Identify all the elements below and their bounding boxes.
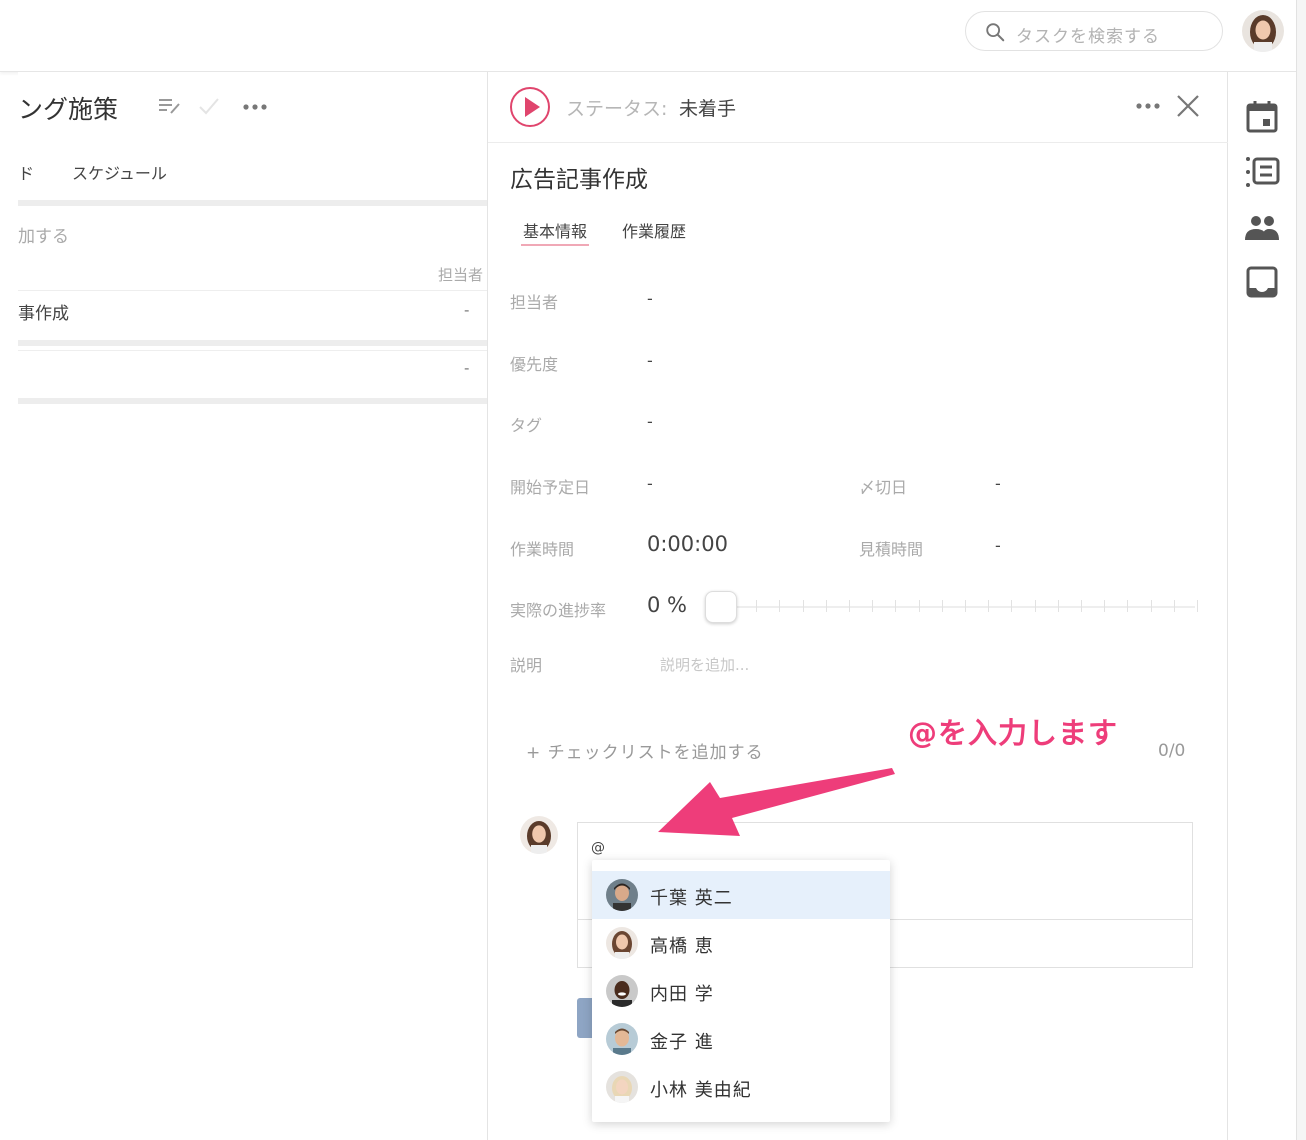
slider-tick [1173, 600, 1175, 612]
column-header-assignee: 担当者 [438, 266, 484, 284]
slider-tick [965, 600, 966, 612]
work-time-label: 作業時間 [510, 540, 575, 559]
annotation-arrow-icon [658, 768, 895, 836]
mention-option[interactable]: 金子 進 [592, 1015, 890, 1063]
commenter-avatar [520, 816, 558, 854]
table-row[interactable]: 事作成 - [18, 290, 488, 340]
task-assignee: - [464, 359, 470, 377]
mention-option[interactable]: 高橋 恵 [592, 919, 890, 967]
divider [18, 340, 488, 346]
start-date-label: 開始予定日 [510, 478, 591, 497]
checklist-count: 0/0 [1158, 741, 1186, 761]
mention-option[interactable]: 内田 学 [592, 967, 890, 1015]
priority-value[interactable]: - [647, 351, 653, 370]
priority-label: 優先度 [510, 355, 559, 374]
divider [488, 142, 1229, 143]
slider-tick [1127, 600, 1129, 612]
check-icon[interactable] [198, 96, 220, 116]
top-bar: タスクを検索する [0, 0, 1306, 72]
tag-value[interactable]: - [647, 412, 653, 431]
list-icon[interactable] [1244, 154, 1280, 190]
mention-name: 千葉 英二 [650, 888, 733, 909]
avatar [606, 975, 638, 1007]
search-box[interactable]: タスクを検索する [965, 11, 1223, 51]
window-edge [1296, 0, 1306, 1140]
avatar [606, 1071, 638, 1103]
tab-board[interactable]: ド [18, 160, 34, 184]
description-input[interactable]: 説明を追加... [660, 654, 749, 675]
assignee-label: 担当者 [510, 293, 559, 312]
slider-tick [941, 600, 943, 612]
mention-name: 小林 美由紀 [650, 1080, 752, 1101]
project-title: ング施策 [18, 95, 119, 124]
mention-name: 内田 学 [650, 984, 714, 1005]
slider-tick [988, 600, 990, 612]
progress-slider-handle[interactable] [705, 591, 737, 623]
work-time-value[interactable]: 0:00:00 [647, 532, 728, 556]
mention-name: 高橋 恵 [650, 936, 714, 957]
task-name: 事作成 [18, 304, 69, 324]
avatar [606, 927, 638, 959]
task-assignee: - [464, 301, 470, 319]
estimate-value[interactable]: - [995, 536, 1001, 555]
active-tab-indicator [521, 244, 589, 246]
slider-tick [895, 600, 897, 612]
slider-tick [756, 600, 758, 612]
deadline-label: 〆切日 [859, 478, 908, 497]
progress-value: 0 % [647, 593, 687, 617]
search-icon [986, 23, 1005, 42]
search-input[interactable]: タスクを検索する [1016, 22, 1160, 47]
slider-tick [825, 600, 827, 612]
slider-tick [1104, 600, 1106, 612]
mention-option[interactable]: 小林 美由紀 [592, 1063, 890, 1111]
slider-tick [1150, 600, 1152, 612]
people-icon[interactable] [1244, 210, 1280, 246]
annotation-text: @を入力します [908, 716, 1119, 750]
slider-tick [802, 600, 804, 612]
task-title[interactable]: 広告記事作成 [510, 160, 648, 194]
slider-tick [1034, 600, 1036, 612]
start-date-value[interactable]: - [647, 474, 653, 493]
status-value[interactable]: 未着手 [679, 94, 736, 121]
description-label: 説明 [510, 656, 543, 675]
tab-schedule[interactable]: スケジュール [72, 160, 167, 184]
user-avatar[interactable] [1242, 10, 1284, 52]
slider-tick [849, 600, 850, 612]
slider-tick [918, 600, 920, 612]
more-icon[interactable] [1135, 96, 1165, 116]
mention-name: 金子 進 [650, 1032, 714, 1053]
slider-tick [1081, 600, 1082, 612]
project-panel: ング施策 ド スケジュール 加する 担当者 事作成 - - [18, 72, 488, 1140]
progress-label: 実際の進捗率 [510, 601, 607, 620]
divider [18, 200, 488, 206]
avatar [606, 1023, 638, 1055]
tab-history[interactable]: 作業履歴 [622, 218, 686, 242]
add-task-link[interactable]: 加する [18, 222, 69, 247]
slider-tick [779, 600, 781, 612]
side-rail [1228, 72, 1306, 1140]
avatar [606, 879, 638, 911]
more-icon[interactable] [242, 96, 270, 116]
slider-tick [1197, 600, 1198, 612]
edit-list-icon[interactable] [158, 96, 182, 116]
tab-basic-info[interactable]: 基本情報 [523, 218, 587, 242]
close-icon[interactable] [1176, 94, 1200, 118]
slider-tick [1011, 600, 1013, 612]
table-row[interactable]: - [18, 350, 488, 390]
mention-dropdown: 千葉 英二 高橋 恵 内田 学 金子 進 小林 美由紀 [592, 860, 890, 1122]
assignee-value[interactable]: - [647, 289, 653, 308]
divider [18, 398, 488, 404]
slider-tick [1057, 600, 1059, 612]
calendar-icon[interactable] [1244, 98, 1280, 134]
play-icon[interactable] [509, 86, 551, 128]
deadline-value[interactable]: - [995, 474, 1001, 493]
mention-option[interactable]: 千葉 英二 [592, 871, 890, 919]
status-label: ステータス: [566, 98, 668, 120]
slider-tick [872, 600, 874, 612]
estimate-label: 見積時間 [859, 540, 924, 559]
comment-text: @ [591, 840, 605, 856]
tag-label: タグ [510, 416, 543, 435]
inbox-icon[interactable] [1244, 264, 1280, 300]
progress-slider-track[interactable] [710, 606, 1195, 608]
